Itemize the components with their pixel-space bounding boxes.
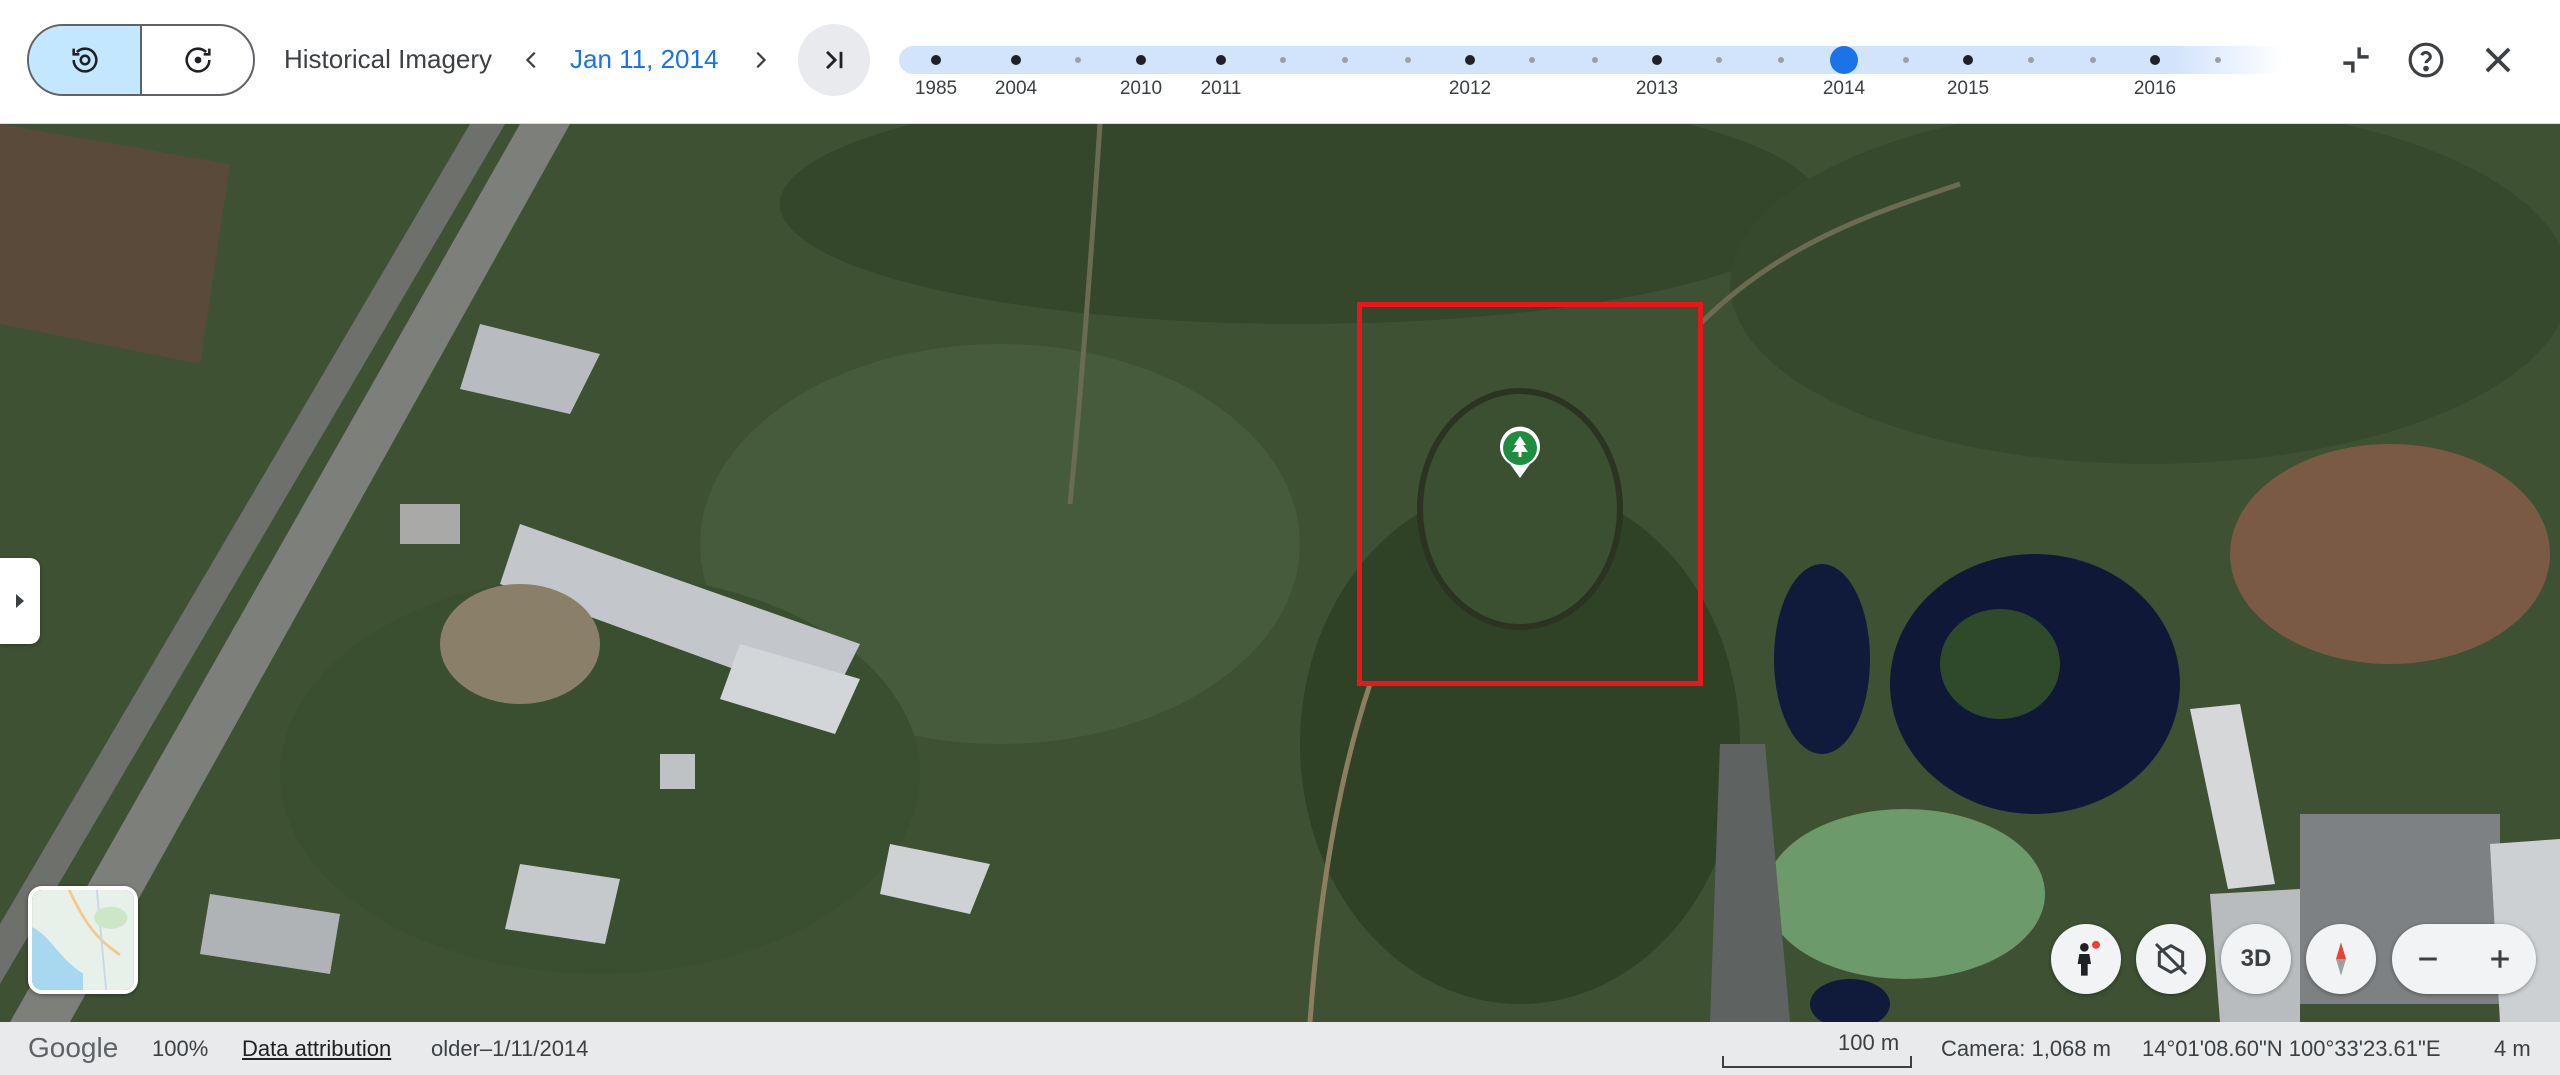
street-view-button[interactable] [2051, 924, 2121, 994]
timeline-tick[interactable] [1592, 57, 1598, 63]
google-logo: Google [28, 1032, 119, 1063]
history-icon [71, 47, 98, 73]
imagery-date: older–1/11/2014 [431, 1036, 589, 1061]
timeline-tick-2004[interactable] [1011, 55, 1021, 65]
zoom-percentage: 100% [152, 1036, 209, 1061]
timeline-tick[interactable] [1342, 57, 1348, 63]
collapse-icon [2343, 47, 2369, 73]
expand-panel-icon [16, 594, 24, 608]
3d-label: 3D [2240, 945, 2272, 972]
year-label: 1985 [914, 78, 958, 99]
timeline-tick[interactable] [1716, 57, 1722, 63]
panel-title: Historical Imagery [284, 44, 493, 74]
compass-icon [2336, 942, 2346, 976]
timeline-tick[interactable] [1075, 57, 1081, 63]
imagery-mode-toggle [27, 24, 255, 96]
plus-icon [2491, 950, 2509, 968]
help-icon [2408, 42, 2444, 78]
minimap-thumbnail [32, 890, 134, 990]
compass-button[interactable] [2306, 924, 2376, 994]
zoom-controls [2392, 924, 2536, 994]
current-date: Jan 11, 2014 [570, 44, 719, 74]
year-label: 2015 [1946, 78, 1990, 99]
timeline-tick-2011[interactable] [1216, 55, 1226, 65]
year-label: 2014 [1822, 78, 1866, 99]
collapse-button[interactable] [2332, 36, 2380, 84]
timeline-tick-2016[interactable] [2150, 55, 2160, 65]
year-label: 2016 [2133, 78, 2177, 99]
status-bar: Google 100% Data attribution older–1/11/… [0, 1022, 2560, 1075]
help-button[interactable] [2402, 36, 2450, 84]
layer-switcher-thumbnail[interactable] [28, 886, 138, 994]
satellite-imagery [0, 124, 2560, 1022]
coordinates: 14°01'08.60"N 100°33'23.61"E [2142, 1036, 2441, 1061]
refresh-mode-button[interactable] [142, 26, 253, 94]
pegman-icon [2077, 940, 2100, 976]
3d-toggle-button[interactable]: 3D [2221, 924, 2291, 994]
skip-to-latest-icon [826, 50, 843, 70]
scale-bar[interactable] [1722, 1056, 1912, 1068]
close-button[interactable] [2474, 36, 2522, 84]
selection-highlight [1357, 302, 1703, 686]
year-label: 2004 [994, 78, 1038, 99]
timeline-tick-2012[interactable] [1465, 55, 1475, 65]
next-date-button[interactable] [742, 40, 778, 80]
data-attribution-link[interactable]: Data attribution [242, 1036, 391, 1062]
history-mode-button[interactable] [29, 26, 142, 94]
year-label: 2010 [1119, 78, 1163, 99]
timeline-year-labels: 1985 2004 2010 2011 2012 2013 2014 2015 … [899, 78, 2284, 102]
timeline-tick[interactable] [2215, 57, 2221, 63]
historical-imagery-toolbar: Historical Imagery Jan 11, 2014 1985 200… [0, 0, 2560, 124]
expand-side-panel-button[interactable] [0, 558, 40, 644]
timeline-handle-2014[interactable] [1830, 46, 1858, 74]
timeline-tick[interactable] [2028, 57, 2034, 63]
timeline-tick[interactable] [1529, 57, 1535, 63]
zoom-in-button[interactable] [2464, 924, 2536, 994]
jump-to-latest-button[interactable] [798, 24, 870, 96]
zoom-out-button[interactable] [2392, 924, 2464, 994]
timeline-tick[interactable] [1778, 57, 1784, 63]
scale-label: 100 m [1838, 1030, 1900, 1055]
timeline-tick-2015[interactable] [1963, 55, 1973, 65]
previous-date-button[interactable] [514, 40, 550, 80]
chevron-right-icon [756, 51, 767, 69]
elevation: 4 m [2494, 1036, 2531, 1061]
timeline-slider[interactable] [899, 46, 2284, 74]
year-label: 2013 [1635, 78, 1679, 99]
tree-pin-icon[interactable] [1498, 426, 1542, 480]
refresh-icon [184, 47, 211, 73]
timeline-tick-2010[interactable] [1136, 55, 1146, 65]
timeline-tick[interactable] [1405, 57, 1411, 63]
camera-altitude: Camera: 1,068 m [1941, 1036, 2111, 1061]
historical-imagery-app: Historical Imagery Jan 11, 2014 1985 200… [0, 0, 2560, 1075]
satellite-map[interactable]: 3D [0, 124, 2560, 1022]
minus-icon [2419, 957, 2437, 961]
tilt-toggle-button[interactable] [2136, 924, 2206, 994]
timeline-tick[interactable] [1903, 57, 1909, 63]
year-label: 2011 [1200, 78, 1242, 99]
timeline-tick[interactable] [1280, 57, 1286, 63]
timeline-tick-1985[interactable] [931, 55, 941, 65]
timeline-tick[interactable] [2090, 57, 2096, 63]
timeline-tick-2013[interactable] [1652, 55, 1662, 65]
close-icon [2485, 47, 2511, 73]
chevron-left-icon [525, 51, 536, 69]
tilt-off-icon [2154, 942, 2188, 976]
year-label: 2012 [1448, 78, 1492, 99]
